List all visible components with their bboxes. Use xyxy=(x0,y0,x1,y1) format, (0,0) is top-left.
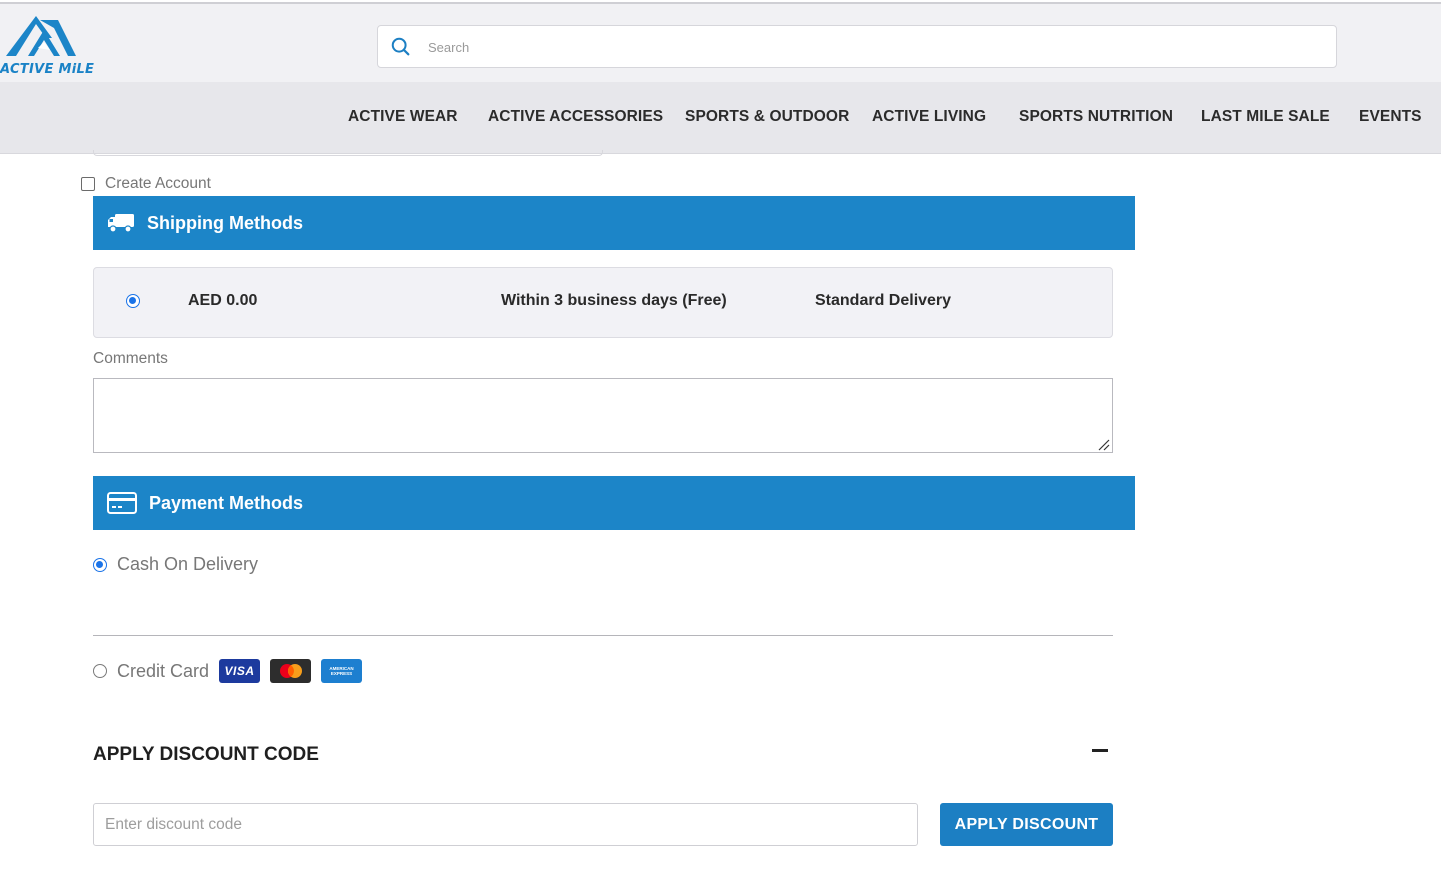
logo[interactable]: ACTIVE MiLE xyxy=(0,12,100,77)
create-account-checkbox[interactable] xyxy=(81,177,95,191)
discount-code-input[interactable] xyxy=(93,803,918,846)
payment-methods-header: Payment Methods xyxy=(93,476,1135,530)
discount-title: APPLY DISCOUNT CODE xyxy=(93,744,319,765)
visa-logo-icon: VISA xyxy=(219,659,261,683)
payment-option-cod[interactable]: Cash On Delivery xyxy=(93,554,258,575)
nav-item-sports-nutrition[interactable]: SPORTS NUTRITION xyxy=(1019,108,1173,126)
collapse-minus-icon[interactable] xyxy=(1092,749,1108,752)
cod-label: Cash On Delivery xyxy=(117,554,259,574)
logo-text: ACTIVE MiLE xyxy=(0,62,95,77)
create-account-label: Create Account xyxy=(105,175,211,192)
comments-textarea[interactable] xyxy=(93,378,1113,453)
nav-item-events[interactable]: EVENTS xyxy=(1359,108,1422,126)
search-input[interactable] xyxy=(428,34,1308,60)
shipping-name: Standard Delivery xyxy=(815,292,952,309)
truck-icon xyxy=(108,214,134,233)
comments-label: Comments xyxy=(93,350,168,367)
payment-methods-title: Payment Methods xyxy=(149,492,304,513)
nav-item-active-wear[interactable]: ACTIVE WEAR xyxy=(348,108,458,126)
scrolled-input-edge xyxy=(93,150,603,156)
mountain-logo-icon xyxy=(6,16,76,56)
resize-grip-icon[interactable] xyxy=(1096,437,1110,451)
shipping-option-card[interactable]: AED 0.00 Within 3 business days (Free) S… xyxy=(93,267,1113,338)
nav-item-active-accessories[interactable]: ACTIVE ACCESSORIES xyxy=(488,108,663,126)
amex-logo-icon: AMERICAN EXPRESS xyxy=(321,659,363,683)
shipping-time: Within 3 business days (Free) xyxy=(501,292,727,309)
create-account-option[interactable]: Create Account xyxy=(81,175,211,193)
nav-item-sports-outdoor[interactable]: SPORTS & OUTDOOR xyxy=(685,108,849,126)
payment-divider xyxy=(93,635,1113,636)
shipping-methods-title: Shipping Methods xyxy=(147,212,303,233)
shipping-option-radio[interactable] xyxy=(126,294,140,308)
search-bar[interactable] xyxy=(377,25,1337,68)
shipping-methods-header: Shipping Methods xyxy=(93,196,1135,250)
nav-item-active-living[interactable]: ACTIVE LIVING xyxy=(872,108,986,126)
cod-radio[interactable] xyxy=(93,557,107,572)
apply-discount-button[interactable]: APPLY DISCOUNT xyxy=(940,803,1113,846)
main-nav: ACTIVE WEAR ACTIVE ACCESSORIES SPORTS & … xyxy=(0,82,1441,154)
credit-card-label: Credit Card xyxy=(117,660,210,681)
search-icon[interactable] xyxy=(390,36,412,58)
shipping-price: AED 0.00 xyxy=(188,292,258,309)
nav-item-last-mile-sale[interactable]: LAST MILE SALE xyxy=(1201,108,1330,126)
site-header: ACTIVE MiLE xyxy=(0,4,1441,82)
payment-option-credit-card[interactable]: Credit Card VISA AMERICAN EXPRESS xyxy=(93,659,363,683)
credit-card-icon xyxy=(107,492,137,514)
credit-card-radio[interactable] xyxy=(93,664,107,678)
mastercard-logo-icon xyxy=(270,659,312,683)
